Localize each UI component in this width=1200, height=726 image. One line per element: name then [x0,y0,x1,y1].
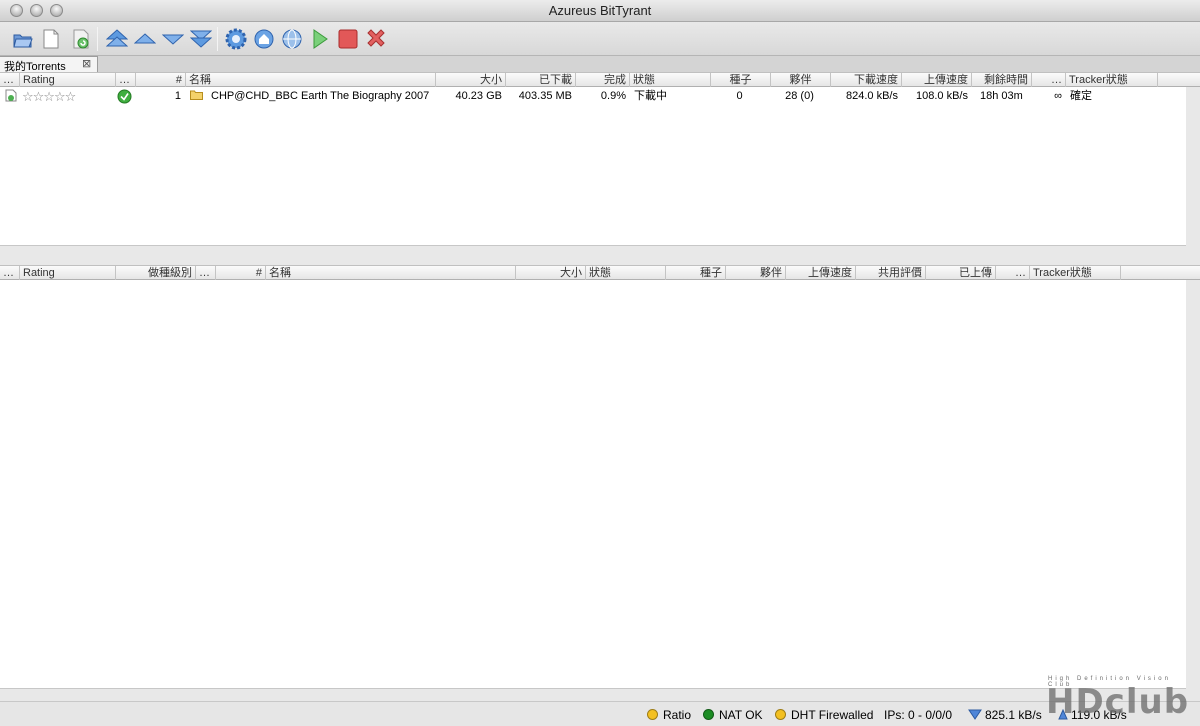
yellow-status-icon [647,709,658,720]
seeding-table-header: … Rating 做種級別 … # 名稱 大小 狀態 種子 夥伴 上傳速度 共用… [0,265,1200,280]
health-icon [117,89,133,104]
column-header-seeds[interactable]: 種子 [711,73,771,87]
column-header[interactable]: … [1032,73,1066,87]
stop-icon[interactable] [337,28,359,50]
dht-label: DHT Firewalled [791,708,874,722]
column-header-done[interactable]: 完成 [576,73,630,87]
split-divider[interactable] [0,246,1200,265]
torrent-tracker-status: 確定 [1070,90,1092,102]
move-down-icon[interactable] [161,28,185,50]
downloading-table-header: … Rating … # 名稱 大小 已下載 完成 狀態 種子 夥伴 下載速度 … [0,72,1200,87]
toolbar-separator [217,27,218,51]
column-header-down-speed[interactable]: 下載速度 [831,73,902,87]
home-icon[interactable] [253,28,275,50]
column-header-peers[interactable]: 夥伴 [771,73,831,87]
ratio-label: Ratio [663,708,692,722]
column-header[interactable]: … [0,73,20,87]
column-header-number[interactable]: # [216,266,266,280]
column-header-number[interactable]: # [136,73,186,87]
dht-indicator[interactable]: DHT Firewalled [775,708,873,722]
move-bottom-icon[interactable] [189,28,213,50]
folder-icon [190,89,204,104]
new-torrent-icon[interactable] [40,28,62,50]
column-header-name[interactable]: 名稱 [186,73,436,87]
down-arrow-icon [968,709,982,720]
column-header[interactable]: … [0,266,20,280]
toolbar [0,22,1200,56]
options-gear-icon[interactable] [225,28,247,50]
torrent-downloaded: 403.35 MB [518,90,572,102]
torrent-up-speed: 108.0 kB/s [916,90,968,102]
hdclub-watermark: High Definition Vision Club HDclub [1046,676,1196,722]
close-tab-icon[interactable]: ⊠ [82,57,91,70]
column-header-share-rating[interactable]: 共用評價 [856,266,926,280]
torrent-peers: 28 (0) [785,90,814,102]
downloading-table: … Rating … # 名稱 大小 已下載 完成 狀態 種子 夥伴 下載速度 … [0,72,1200,246]
move-up-icon[interactable] [133,28,157,50]
title-bar: Azureus BitTyrant [0,0,1200,22]
column-header-up-speed[interactable]: 上傳速度 [786,266,856,280]
torrent-eta: 18h 03m [980,90,1023,102]
nat-indicator[interactable]: NAT OK [703,708,763,722]
seeding-table: … Rating 做種級別 … # 名稱 大小 狀態 種子 夥伴 上傳速度 共用… [0,265,1200,689]
column-header-downloaded[interactable]: 已下載 [506,73,576,87]
column-header[interactable]: … [196,266,216,280]
download-speed-status[interactable]: 825.1 kB/s [968,708,1042,722]
torrent-done: 0.9% [600,90,626,102]
open-torrent-icon[interactable] [12,28,34,50]
column-header-name[interactable]: 名稱 [266,266,516,280]
column-header[interactable]: … [116,73,136,87]
open-url-icon[interactable] [70,28,92,50]
window-title: Azureus BitTyrant [548,3,652,18]
column-header-status[interactable]: 狀態 [586,266,666,280]
torrent-seeds: 0 [736,90,743,102]
download-speed-value: 825.1 kB/s [985,708,1042,722]
column-header-size[interactable]: 大小 [516,266,586,280]
move-top-icon[interactable] [105,28,129,50]
status-bar: Ratio NAT OK DHT Firewalled IPs: 0 - 0/0… [0,701,1200,726]
column-header-uploaded[interactable]: 已上傳 [926,266,996,280]
column-header-up-speed[interactable]: 上傳速度 [902,73,972,87]
tab-my-torrents[interactable]: 我的Torrents ⊠ [0,56,98,73]
column-header[interactable]: … [996,266,1030,280]
toolbar-separator [97,27,98,51]
column-header-eta[interactable]: 剩餘時間 [972,73,1032,87]
remove-icon[interactable] [365,28,387,50]
tab-strip: 我的Torrents ⊠ [0,56,1200,73]
watermark-text: HDclub [1046,682,1190,722]
nat-label: NAT OK [719,708,763,722]
rating-stars[interactable]: ☆☆☆☆☆ [22,89,112,104]
column-header-seeds[interactable]: 種子 [666,266,726,280]
column-header-rating[interactable]: Rating [20,73,116,87]
column-header-tracker-status[interactable]: Tracker狀態 [1030,266,1121,280]
torrent-down-speed: 824.0 kB/s [846,90,898,102]
column-header-status[interactable]: 狀態 [630,73,711,87]
torrent-number: 1 [174,90,181,102]
column-header-size[interactable]: 大小 [436,73,506,87]
column-header-seed-rank[interactable]: 做種級別 [116,266,196,280]
torrent-size: 40.23 GB [455,90,502,102]
search-globe-icon[interactable] [281,28,303,50]
column-header-peers[interactable]: 夥伴 [726,266,786,280]
column-header-rating[interactable]: Rating [20,266,116,280]
ips-status: IPs: 0 - 0/0/0 [884,708,953,722]
torrent-type-icon [5,89,19,104]
green-status-icon [703,709,714,720]
column-header-tracker-status[interactable]: Tracker狀態 [1066,73,1158,87]
yellow-status-icon [775,709,786,720]
torrent-name: CHP@CHD_BBC Earth The Biography 2007 [211,90,430,102]
torrent-status: 下載中 [634,90,667,102]
ratio-indicator[interactable]: Ratio [647,708,691,722]
start-icon[interactable] [309,28,331,50]
torrent-share-ratio: ∞ [1054,90,1062,102]
